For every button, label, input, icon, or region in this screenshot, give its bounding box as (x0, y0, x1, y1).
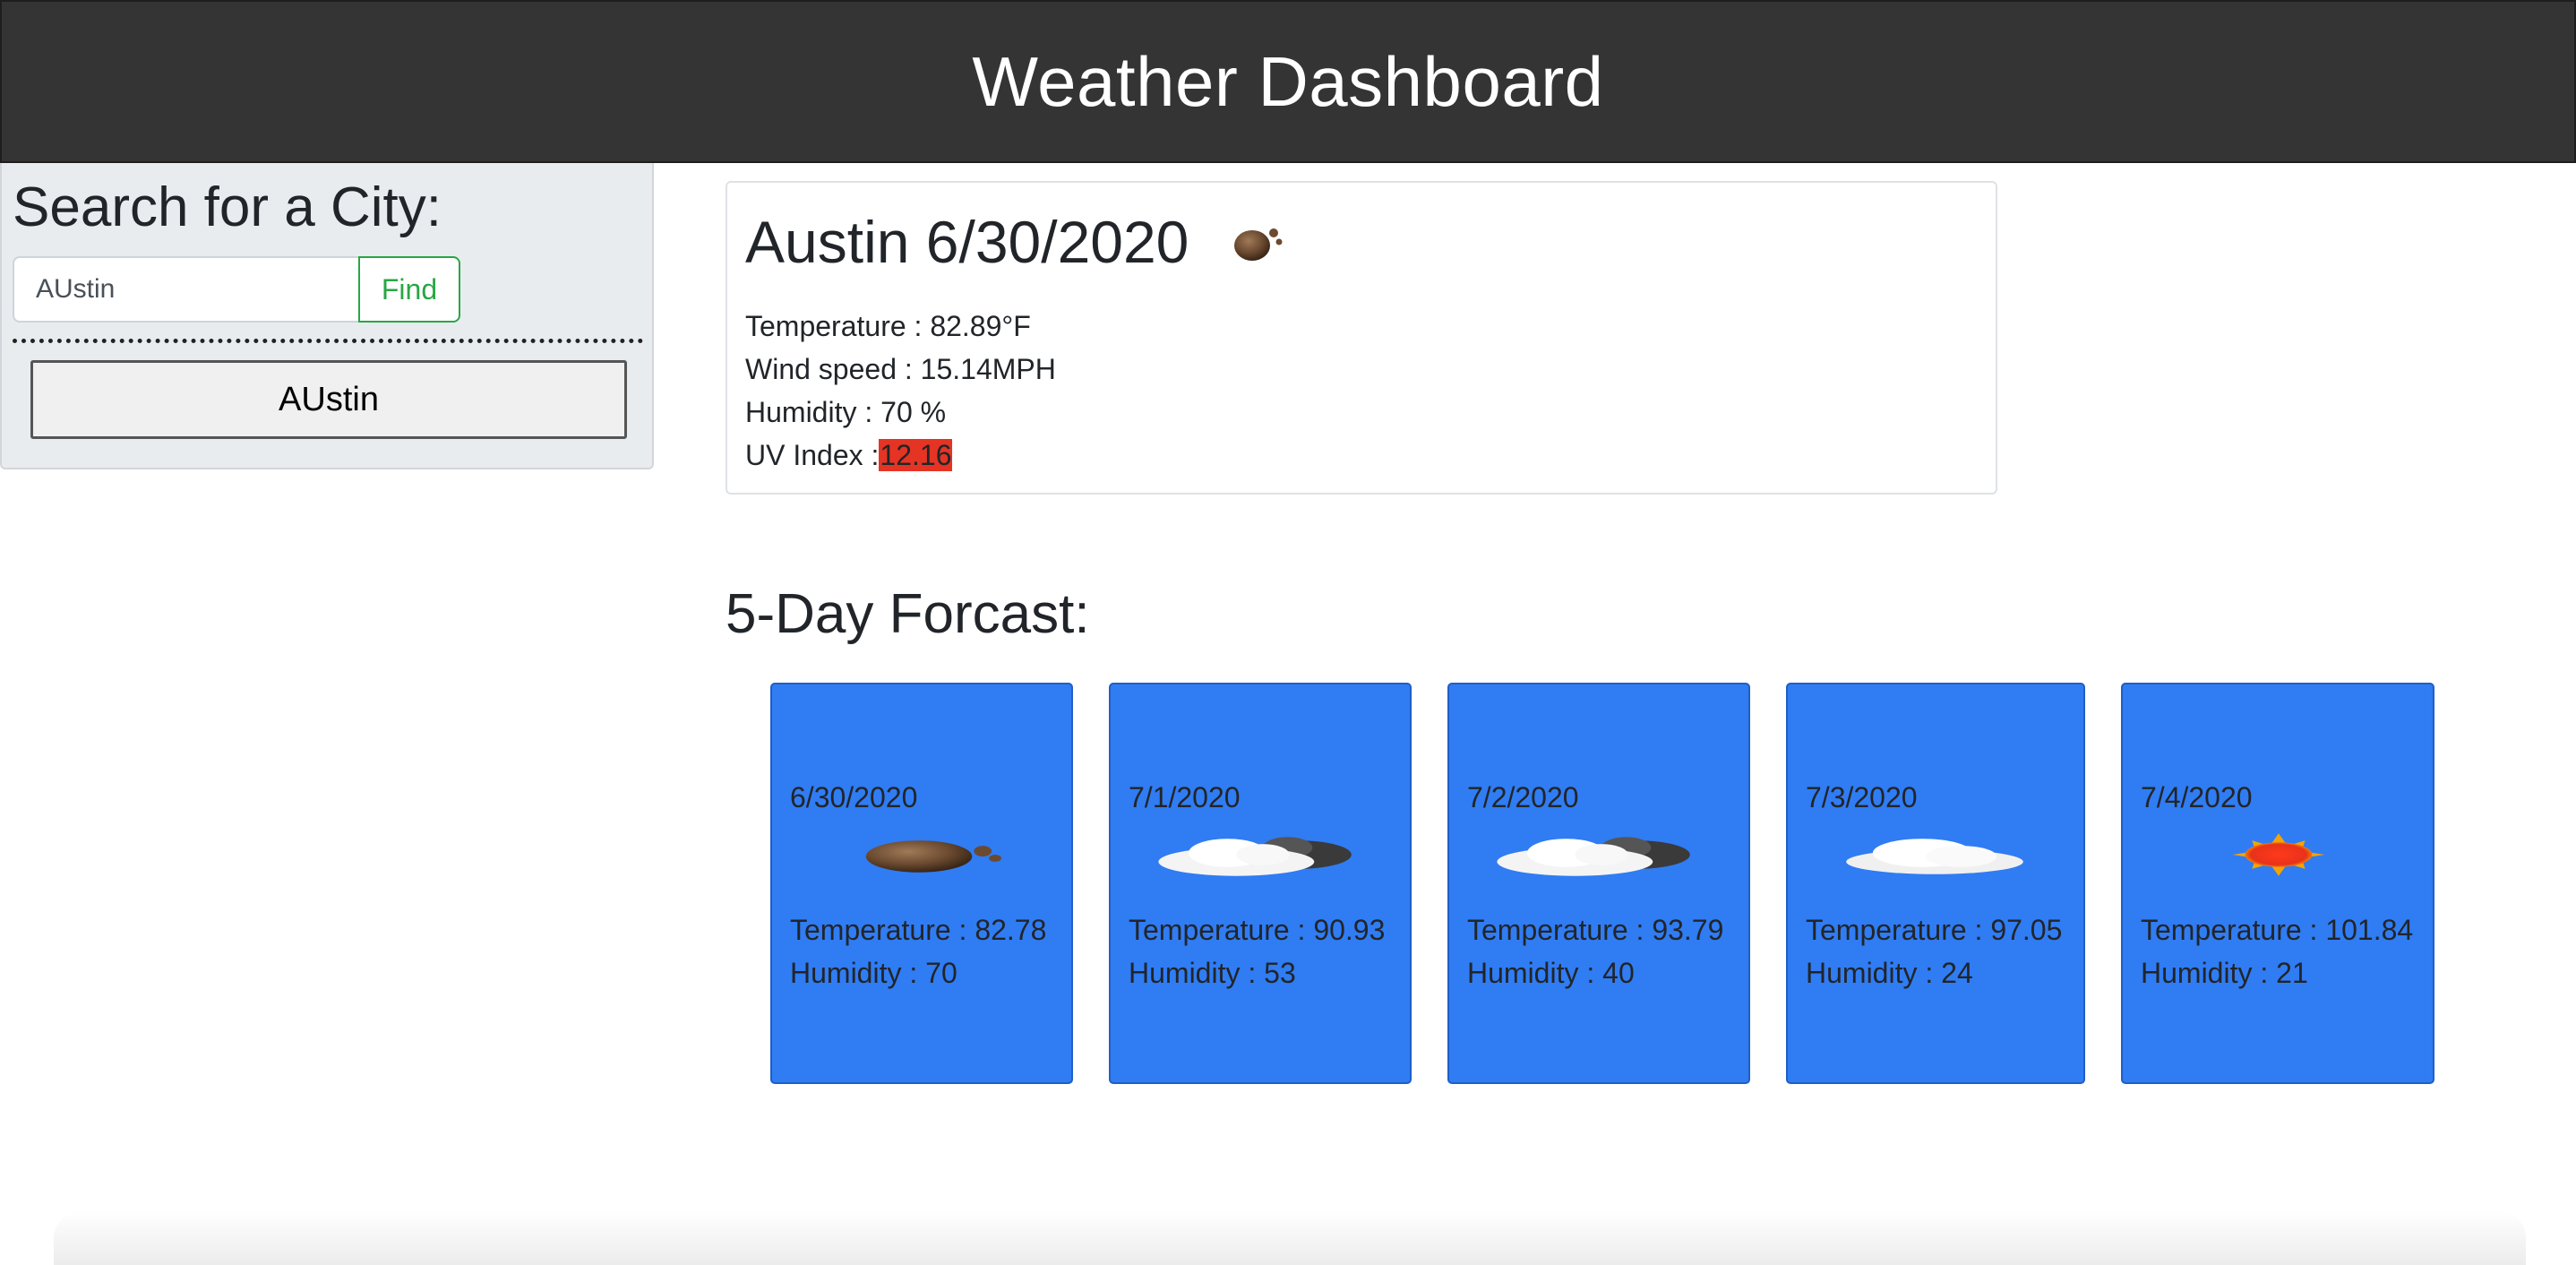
search-panel: Search for a City: Find AUstin (0, 163, 654, 469)
broken-clouds-icon (1497, 837, 1690, 876)
forecast-card: 7/2/2020 Temperature : 93.79 Humidity : … (1447, 683, 1750, 1084)
current-uv-index: UV Index :12.16 (745, 439, 953, 472)
sun-icon (2232, 833, 2325, 876)
bottom-shadow (54, 1211, 2526, 1265)
forecast-humidity: Humidity : 70 (790, 957, 957, 989)
forecast-card: 7/3/2020 Temperature : 97.05 Humidity : … (1786, 683, 2085, 1084)
current-humidity: Humidity : 70 % (745, 396, 947, 428)
forecast-date: 7/1/2020 (1129, 781, 1241, 813)
forecast-temperature: Temperature : 93.79 (1467, 914, 1724, 946)
forecast-humidity: Humidity : 40 (1467, 957, 1635, 989)
current-city-date: Austin 6/30/2020 (745, 209, 1189, 275)
forecast-heading: 5-Day Forcast: (726, 583, 1090, 645)
search-heading: Search for a City: (13, 176, 442, 238)
forecast-date: 7/3/2020 (1806, 781, 1918, 813)
uv-index-label: UV Index : (745, 439, 880, 471)
forecast-temperature: Temperature : 101.84 (2141, 914, 2414, 946)
forecast-card: 7/4/2020 Temperature : 101.84 Humidity :… (2121, 683, 2434, 1084)
find-button[interactable]: Find (358, 256, 460, 323)
forecast-humidity: Humidity : 53 (1129, 957, 1296, 989)
search-history-item[interactable]: AUstin (30, 360, 627, 439)
forecast-humidity: Humidity : 21 (2141, 957, 2308, 989)
forecast-card: 7/1/2020 Temperature : 90.93 Humidity : … (1109, 683, 1412, 1084)
page-header: Weather Dashboard (0, 0, 2576, 163)
divider (13, 339, 643, 343)
page-title: Weather Dashboard (972, 41, 1604, 121)
broken-clouds-icon (1158, 837, 1352, 876)
city-search-input[interactable] (13, 256, 358, 323)
uv-index-value: 12.16 (879, 439, 953, 471)
forecast-temperature: Temperature : 90.93 (1129, 914, 1386, 946)
forecast-humidity: Humidity : 24 (1806, 957, 1973, 989)
cloud-icon (1846, 839, 2023, 874)
forecast-date: 7/4/2020 (2141, 781, 2253, 813)
current-wind-speed: Wind speed : 15.14MPH (745, 353, 1056, 385)
forecast-temperature: Temperature : 82.78 (790, 914, 1047, 946)
current-weather-card: Austin 6/30/2020 Temperature : 82.89°F W… (726, 181, 1997, 495)
drizzle-icon (865, 840, 1001, 873)
forecast-temperature: Temperature : 97.05 (1806, 914, 2063, 946)
forecast-card: 6/30/2020 Temperature : 82.78 Humidity :… (770, 683, 1073, 1084)
forecast-date: 7/2/2020 (1467, 781, 1579, 813)
forecast-date: 6/30/2020 (790, 781, 918, 813)
drizzle-icon (1234, 228, 1283, 261)
current-temperature: Temperature : 82.89°F (745, 310, 1031, 342)
